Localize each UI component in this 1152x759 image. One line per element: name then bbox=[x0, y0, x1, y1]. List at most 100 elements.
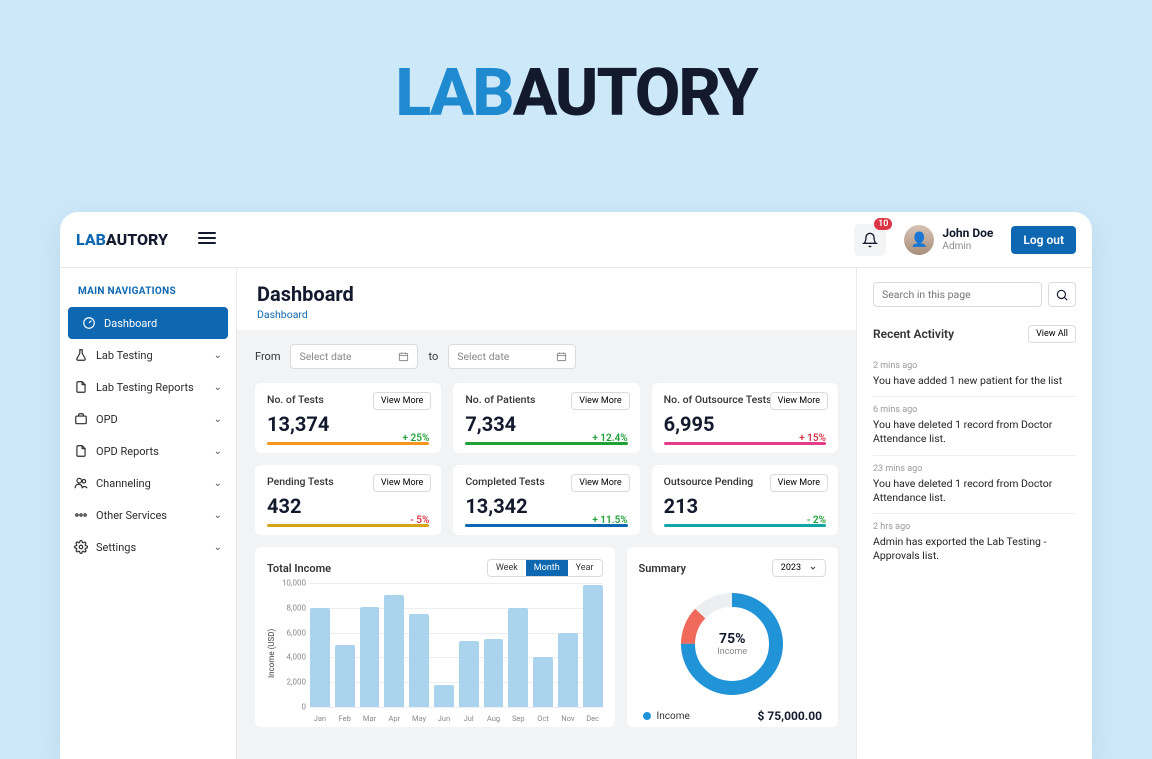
notifications-button[interactable]: 10 bbox=[854, 224, 886, 256]
right-panel: Recent Activity View All 2 mins agoYou h… bbox=[856, 268, 1092, 759]
chart-y-tick: 10,000 bbox=[280, 579, 306, 588]
sidebar-item-label: OPD Reports bbox=[96, 445, 206, 458]
summary-amount: $ 75,000.00 bbox=[758, 709, 823, 723]
view-more-button[interactable]: View More bbox=[373, 474, 431, 492]
segment-month[interactable]: Month bbox=[526, 560, 568, 576]
view-more-button[interactable]: View More bbox=[770, 474, 828, 492]
chart-bar bbox=[533, 657, 553, 707]
income-chart-card: Total Income Week Month Year Income (USD… bbox=[255, 547, 615, 727]
chart-x-tick: Mar bbox=[360, 714, 380, 723]
chart-bar bbox=[459, 641, 479, 707]
chart-bar bbox=[434, 685, 454, 707]
user-role: Admin bbox=[942, 241, 993, 252]
chevron-down-icon: ⌄ bbox=[214, 350, 222, 361]
chart-x-tick: Nov bbox=[558, 714, 578, 723]
segment-week[interactable]: Week bbox=[488, 560, 526, 576]
user-menu[interactable]: 👤 John Doe Admin bbox=[904, 225, 993, 255]
summary-year-select[interactable]: 2023 bbox=[772, 559, 826, 577]
legend-dot-icon bbox=[643, 712, 651, 720]
view-more-button[interactable]: View More bbox=[770, 392, 828, 410]
sidebar-item-channeling[interactable]: Channeling⌄ bbox=[60, 467, 236, 499]
chart-x-tick: Feb bbox=[335, 714, 355, 723]
chevron-down-icon bbox=[809, 564, 817, 572]
chart-bar bbox=[508, 608, 528, 707]
chart-bar bbox=[384, 595, 404, 707]
chart-x-tick: May bbox=[409, 714, 429, 723]
activity-time: 2 hrs ago bbox=[873, 522, 1076, 532]
activity-text: You have added 1 new patient for the lis… bbox=[873, 374, 1076, 388]
stat-change: - 5% bbox=[410, 515, 429, 526]
services-icon bbox=[74, 508, 88, 522]
stat-card-pending-tests: Pending Tests View More 432 - 5% bbox=[255, 465, 441, 535]
summary-percent: 75% bbox=[719, 631, 745, 647]
view-more-button[interactable]: View More bbox=[571, 392, 629, 410]
income-chart-title: Total Income bbox=[267, 562, 331, 575]
chevron-down-icon: ⌄ bbox=[214, 414, 222, 425]
chevron-down-icon: ⌄ bbox=[214, 446, 222, 457]
chart-bar bbox=[583, 585, 603, 707]
summary-percent-label: Income bbox=[717, 647, 747, 657]
sidebar-item-opd-reports[interactable]: OPD Reports ⌄ bbox=[60, 435, 236, 467]
stat-change: + 15% bbox=[799, 433, 826, 444]
gauge-icon bbox=[82, 316, 96, 330]
sidebar-heading: MAIN NAVIGATIONS bbox=[60, 280, 236, 307]
sidebar-item-settings[interactable]: Settings⌄ bbox=[60, 531, 236, 563]
view-more-button[interactable]: View More bbox=[373, 392, 431, 410]
stat-card-no-of-outsource-tests: No. of Outsource Tests View More 6,995 +… bbox=[652, 383, 838, 453]
stat-card-completed-tests: Completed Tests View More 13,342 + 11.5% bbox=[453, 465, 639, 535]
stat-accent-bar bbox=[664, 524, 826, 527]
activity-item: 23 mins agoYou have deleted 1 record fro… bbox=[873, 456, 1076, 514]
view-all-button[interactable]: View All bbox=[1028, 325, 1076, 343]
from-label: From bbox=[255, 350, 280, 363]
sidebar-item-opd[interactable]: OPD ⌄ bbox=[60, 403, 236, 435]
app-window: LABAUTORY 10 👤 John Doe Admin bbox=[60, 212, 1092, 759]
chart-x-tick: Jan bbox=[310, 714, 330, 723]
from-date-input[interactable]: Select date bbox=[290, 344, 418, 369]
notifications-badge: 10 bbox=[874, 218, 892, 230]
recent-activity-title: Recent Activity bbox=[873, 327, 954, 341]
chart-x-tick: Apr bbox=[384, 714, 404, 723]
hamburger-icon[interactable] bbox=[198, 230, 216, 249]
sidebar-item-lab-testing-reports[interactable]: Lab Testing Reports⌄ bbox=[60, 371, 236, 403]
chart-range-segment: Week Month Year bbox=[487, 559, 603, 577]
chart-y-tick: 0 bbox=[280, 703, 306, 712]
topbar: LABAUTORY 10 👤 John Doe Admin bbox=[60, 212, 1092, 268]
chart-bar bbox=[558, 633, 578, 707]
activity-text: Admin has exported the Lab Testing - App… bbox=[873, 535, 1076, 563]
summary-donut-chart: 75% Income bbox=[677, 589, 787, 699]
logout-button[interactable]: Log out bbox=[1011, 226, 1076, 254]
page-title: Dashboard bbox=[257, 282, 836, 306]
stat-accent-bar bbox=[267, 524, 429, 527]
activity-item: 2 hrs ago Admin has exported the Lab Test… bbox=[873, 514, 1076, 571]
avatar: 👤 bbox=[904, 225, 934, 255]
stat-value: 213 bbox=[664, 494, 826, 518]
sidebar-item-label: OPD bbox=[96, 413, 206, 426]
to-date-input[interactable]: Select date bbox=[448, 344, 576, 369]
activity-item: 6 mins agoYou have deleted 1 record from… bbox=[873, 397, 1076, 455]
page-hero-logo: LABAUTORY bbox=[0, 0, 1152, 132]
chart-bar bbox=[335, 645, 355, 707]
chart-x-tick: Oct bbox=[533, 714, 553, 723]
to-label: to bbox=[428, 350, 438, 363]
segment-year[interactable]: Year bbox=[568, 560, 602, 576]
chart-x-tick: Aug bbox=[484, 714, 504, 723]
sidebar-item-other-services[interactable]: Other Services⌄ bbox=[60, 499, 236, 531]
activity-text: You have deleted 1 record from Doctor At… bbox=[873, 477, 1076, 505]
legend-label: Income bbox=[657, 711, 690, 722]
sidebar-item-label: Channeling bbox=[96, 477, 206, 490]
sidebar-item-dashboard[interactable]: Dashboard bbox=[68, 307, 228, 339]
view-more-button[interactable]: View More bbox=[571, 474, 629, 492]
stat-card-no-of-tests: No. of Tests View More 13,374 + 25% bbox=[255, 383, 441, 453]
activity-time: 6 mins ago bbox=[873, 405, 1076, 415]
chart-x-tick: Jul bbox=[459, 714, 479, 723]
search-input[interactable] bbox=[873, 282, 1042, 307]
search-icon bbox=[1055, 288, 1069, 302]
chart-y-tick: 6,000 bbox=[280, 628, 306, 637]
stat-value: 432 bbox=[267, 494, 429, 518]
summary-card: Summary 2023 bbox=[627, 547, 838, 727]
sidebar-item-label: Settings bbox=[96, 541, 206, 554]
search-button[interactable] bbox=[1048, 282, 1076, 307]
breadcrumb[interactable]: Dashboard bbox=[257, 308, 836, 321]
sidebar-item-lab-testing[interactable]: Lab Testing⌄ bbox=[60, 339, 236, 371]
sidebar-item-label: Other Services bbox=[96, 509, 206, 522]
